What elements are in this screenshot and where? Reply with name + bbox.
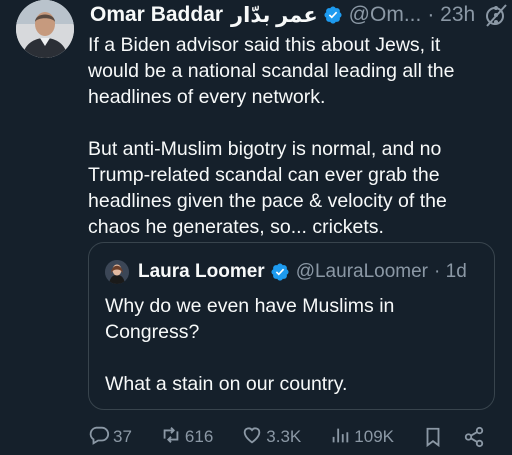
- quoted-author-handle[interactable]: @LauraLoomer: [296, 261, 428, 283]
- repost-button[interactable]: 616: [160, 424, 213, 451]
- repost-count: 616: [184, 427, 214, 446]
- quoted-author-name[interactable]: Laura Loomer: [138, 261, 265, 283]
- verified-badge-icon[interactable]: [270, 262, 290, 282]
- tweet[interactable]: Omar Baddar عمر بدّار @Om... · 23h If a …: [0, 0, 512, 455]
- tweet-time[interactable]: · 23h: [427, 3, 475, 27]
- quoted-paragraph: Why do we even have Muslims in Congress?: [105, 295, 395, 343]
- quoted-tweet[interactable]: Laura Loomer @LauraLoomer · 1d Why do we…: [88, 242, 495, 410]
- views-count: 109K: [354, 427, 394, 446]
- tweet-text: If a Biden advisor said this about Jews,…: [88, 32, 486, 240]
- author-name-arabic[interactable]: عمر بدّار: [231, 3, 318, 28]
- reply-button[interactable]: 37: [88, 424, 132, 451]
- verified-badge-icon[interactable]: [323, 5, 343, 25]
- share-icon[interactable]: [463, 426, 488, 448]
- tweet-paragraph: If a Biden advisor said this about Jews,…: [88, 34, 455, 108]
- quoted-tweet-time[interactable]: · 1d: [434, 261, 467, 283]
- quoted-avatar[interactable]: [105, 260, 129, 284]
- author-handle[interactable]: @Om...: [349, 3, 422, 27]
- like-count: 3.3K: [266, 427, 302, 446]
- more-icon[interactable]: [486, 0, 506, 30]
- action-bar: 37 616 3.3K 109K: [88, 424, 488, 450]
- like-button[interactable]: 3.3K: [241, 424, 301, 451]
- avatar[interactable]: [16, 0, 74, 58]
- repost-icon: [160, 424, 185, 451]
- quoted-tweet-header: Laura Loomer @LauraLoomer · 1d: [105, 259, 484, 285]
- tweet-header: Omar Baddar عمر بدّار @Om... · 23h: [90, 0, 507, 30]
- quoted-tweet-text: Why do we even have Muslims in Congress?…: [105, 293, 478, 397]
- author-name[interactable]: Omar Baddar: [90, 3, 223, 27]
- reply-icon: [88, 424, 113, 451]
- action-group-right: [422, 426, 488, 448]
- views-icon: [329, 424, 354, 451]
- tweet-paragraph: But anti-Muslim bigotry is normal, and n…: [88, 138, 447, 238]
- views-button[interactable]: 109K: [329, 424, 394, 451]
- quoted-paragraph: What a stain on our country.: [105, 373, 348, 395]
- reply-count: 37: [113, 427, 132, 446]
- like-icon: [241, 424, 266, 451]
- bookmark-icon[interactable]: [422, 426, 447, 448]
